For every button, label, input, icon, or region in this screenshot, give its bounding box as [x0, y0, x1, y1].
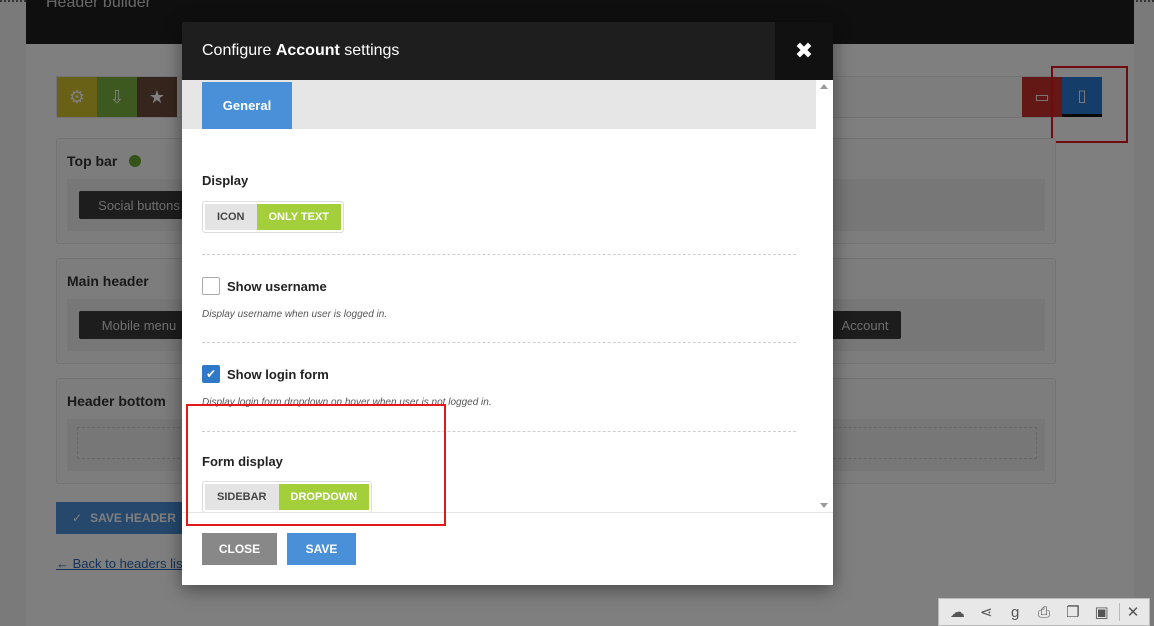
close-icon[interactable]: ✖ [775, 22, 833, 80]
close-button[interactable]: CLOSE [202, 533, 277, 565]
cloud-upload-icon[interactable]: ☁ [946, 603, 968, 621]
scroll-down-arrow-icon[interactable] [820, 503, 828, 508]
show-username-hint: Display username when user is logged in. [202, 309, 388, 320]
screenshot-toolbar: ☁ ⋖ g ⎙ ❐ ▣ ✕ [938, 598, 1150, 626]
google-icon[interactable]: g [1004, 604, 1026, 621]
save-button[interactable]: SAVE [287, 533, 356, 565]
save-icon[interactable]: ▣ [1091, 603, 1113, 621]
show-username-label[interactable]: Show username [227, 279, 327, 294]
share-icon[interactable]: ⋖ [975, 603, 997, 621]
close-icon[interactable]: ✕ [1119, 603, 1141, 621]
scroll-up-arrow-icon[interactable] [820, 84, 828, 89]
display-option-icon[interactable]: ICON [205, 204, 257, 230]
copy-icon[interactable]: ❐ [1062, 603, 1084, 621]
display-toggle: ICON ONLY TEXT [202, 201, 345, 233]
checkmark-icon: ✔ [205, 367, 217, 381]
tab-general[interactable]: General [202, 82, 292, 129]
divider [202, 254, 796, 255]
display-label: Display [202, 173, 249, 188]
modal-scrollbar[interactable] [816, 80, 833, 512]
show-login-form-label[interactable]: Show login form [227, 367, 329, 382]
divider [202, 342, 796, 343]
display-option-only-text[interactable]: ONLY TEXT [256, 204, 342, 230]
print-icon[interactable]: ⎙ [1033, 604, 1055, 621]
show-login-form-checkbox[interactable]: ✔ [202, 365, 220, 383]
annotation-highlight-form-display [186, 404, 446, 526]
modal-tabs: General [182, 80, 816, 129]
show-username-checkbox[interactable] [202, 277, 220, 295]
modal-title: Configure Account settings [202, 42, 400, 59]
modal-header: Configure Account settings ✖ [182, 22, 833, 80]
